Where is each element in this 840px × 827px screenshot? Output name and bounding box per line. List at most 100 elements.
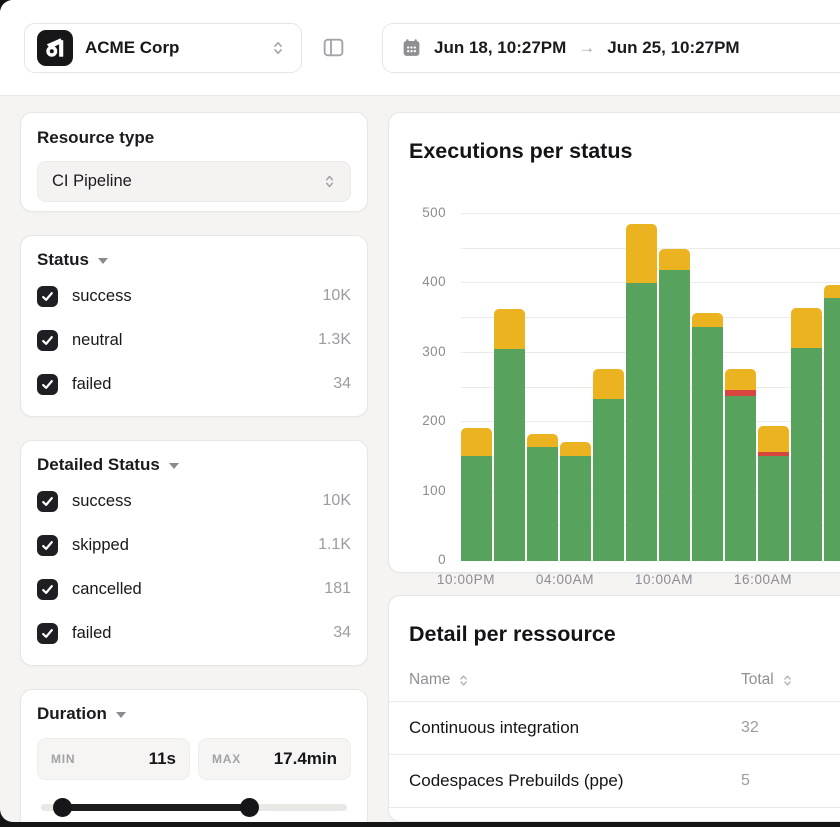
resource-type-select[interactable]: CI Pipeline (37, 161, 351, 202)
bar-segment-success[interactable] (560, 456, 591, 561)
bar-segment-neutral[interactable] (461, 428, 492, 456)
detailed-status-filter-title[interactable]: Detailed Status (37, 455, 351, 475)
duration-min-value: 11s (149, 749, 176, 769)
bar-segment-success[interactable] (626, 283, 657, 561)
filter-label: neutral (72, 331, 318, 350)
bar-segment-failed[interactable] (725, 390, 756, 396)
org-name: ACME Corp (85, 38, 269, 58)
checkbox-cancelled[interactable] (37, 579, 58, 600)
column-header-name[interactable]: Name (409, 671, 741, 689)
filter-count: 34 (333, 375, 351, 393)
bar-segment-success[interactable] (725, 396, 756, 561)
bar-segment-neutral[interactable] (626, 224, 657, 283)
content-area: Resource type CI Pipeline Status (0, 96, 840, 822)
slider-handle-min[interactable] (53, 798, 72, 817)
bar-segment-success[interactable] (461, 456, 492, 561)
table-row[interactable]: Continuous integration32 (389, 702, 840, 755)
bar-segment-neutral[interactable] (527, 434, 558, 446)
sort-icon (780, 673, 795, 688)
chart-title: Executions per status (409, 139, 632, 164)
filter-row-failed: failed34 (37, 611, 351, 655)
column-header-total[interactable]: Total (741, 671, 839, 689)
checkbox-skipped[interactable] (37, 535, 58, 556)
checkbox-neutral[interactable] (37, 330, 58, 351)
duration-fields: MIN 11s MAX 17.4min (37, 738, 351, 780)
bar-segment-neutral[interactable] (692, 313, 723, 328)
caret-down-icon (116, 712, 126, 718)
checkbox-success[interactable] (37, 491, 58, 512)
bar-segment-neutral[interactable] (758, 426, 789, 452)
bar-segment-failed[interactable] (758, 452, 789, 456)
table-header: Name Total (389, 671, 840, 702)
filter-row-success: success10K (37, 274, 351, 318)
caret-down-icon (98, 258, 108, 264)
slider-handle-max[interactable] (240, 798, 259, 817)
checkbox-failed[interactable] (37, 374, 58, 395)
bar-segment-success[interactable] (593, 399, 624, 561)
y-axis-label: 300 (389, 344, 446, 359)
date-start: Jun 18, 10:27PM (434, 38, 566, 58)
detail-table-card: Detail per ressource Name Total (388, 595, 840, 822)
date-range-picker[interactable]: Jun 18, 10:27PM → Jun 25, 10:27PM (382, 23, 840, 73)
bar-segment-success[interactable] (527, 447, 558, 562)
resource-name: Continuous integration (409, 718, 741, 738)
main-column: Executions per status 010020030040050010… (388, 112, 840, 822)
bar-segment-neutral[interactable] (824, 285, 840, 298)
duration-max-field[interactable]: MAX 17.4min (198, 738, 351, 780)
y-axis-label: 400 (389, 274, 446, 289)
duration-filter-title[interactable]: Duration (37, 704, 351, 724)
gridline (461, 213, 840, 214)
unfold-icon (321, 173, 338, 190)
bar-segment-neutral[interactable] (791, 308, 822, 348)
filter-row-neutral: neutral1.3K (37, 318, 351, 362)
filter-label: success (72, 287, 323, 306)
x-axis-label: 16:00AM (734, 572, 792, 587)
duration-max-label: MAX (212, 752, 241, 766)
resource-name: Codespaces Prebuilds (ppe) (409, 771, 741, 791)
filter-row-skipped: skipped1.1K (37, 523, 351, 567)
resource-type-value: CI Pipeline (52, 172, 321, 191)
bar-segment-success[interactable] (758, 456, 789, 561)
bar-segment-neutral[interactable] (560, 442, 591, 457)
checkbox-success[interactable] (37, 286, 58, 307)
bar-segment-neutral[interactable] (725, 369, 756, 390)
status-filter-title[interactable]: Status (37, 250, 351, 270)
sidebar-toggle-button[interactable] (316, 31, 350, 65)
filter-label: failed (72, 375, 333, 394)
resource-total: 32 (741, 719, 839, 737)
bar-segment-success[interactable] (659, 270, 690, 561)
filter-label: success (72, 492, 323, 511)
duration-filter-card: Duration MIN 11s MAX 17.4min (20, 689, 368, 822)
duration-range-slider[interactable] (41, 797, 347, 817)
checkbox-failed[interactable] (37, 623, 58, 644)
unfold-icon (269, 39, 287, 57)
resource-type-title: Resource type (37, 128, 351, 148)
table-row[interactable]: Codespaces Prebuilds (ppe)5 (389, 755, 840, 808)
bar-segment-neutral[interactable] (494, 309, 525, 349)
filter-label: failed (72, 624, 333, 643)
org-selector[interactable]: ACME Corp (24, 23, 302, 73)
bar-segment-success[interactable] (791, 348, 822, 561)
bar-segment-neutral[interactable] (659, 249, 690, 270)
x-axis-label: 10:00AM (635, 572, 693, 587)
filter-row-failed: failed34 (37, 362, 351, 406)
filter-row-success: success10K (37, 479, 351, 523)
bar-segment-neutral[interactable] (593, 369, 624, 399)
bar-segment-success[interactable] (494, 349, 525, 561)
date-end: Jun 25, 10:27PM (607, 38, 739, 58)
filter-row-cancelled: cancelled181 (37, 567, 351, 611)
bar-segment-success[interactable] (824, 298, 840, 561)
filter-label: skipped (72, 536, 318, 555)
top-bar: ACME Corp (0, 0, 840, 96)
arrow-right-icon: → (578, 38, 595, 58)
bar-segment-success[interactable] (692, 327, 723, 561)
y-axis-label: 500 (389, 205, 446, 220)
app-window: ACME Corp (0, 0, 840, 822)
filter-count: 1.1K (318, 536, 351, 554)
filter-count: 34 (333, 624, 351, 642)
detailed-status-filter-card: Detailed Status success10Kskipped1.1Kcan… (20, 440, 368, 666)
filter-count: 10K (323, 287, 351, 305)
caret-down-icon (169, 463, 179, 469)
sort-icon (456, 673, 471, 688)
duration-min-field[interactable]: MIN 11s (37, 738, 190, 780)
